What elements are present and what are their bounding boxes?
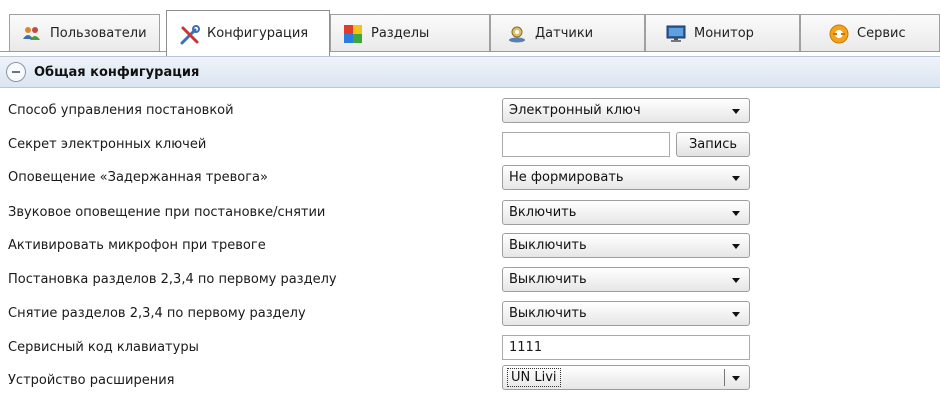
tab-monitor[interactable]: Монитор — [645, 14, 800, 52]
arming-method-select[interactable]: Электронный ключ — [502, 98, 750, 123]
setting-row: Постановка разделов 2,3,4 по первому раз… — [0, 263, 940, 297]
setting-label: Звуковое оповещение при постановке/сняти… — [8, 205, 326, 220]
tab-bar: Пользователи Разделы Датчики Монитор Сер… — [0, 0, 940, 56]
dropdown-arrow-icon — [732, 312, 740, 317]
monitor-icon — [666, 24, 686, 44]
setting-row: Снятие разделов 2,3,4 по первому разделу… — [0, 297, 940, 331]
select-value: Не формировать — [509, 170, 624, 185]
tab-partitions[interactable]: Разделы — [330, 14, 490, 52]
dropdown-arrow-icon — [732, 176, 740, 181]
expansion-device-select[interactable]: UN Livi — [502, 365, 750, 390]
tab-label: Разделы — [371, 26, 430, 41]
select-value: Электронный ключ — [509, 103, 641, 118]
delayed-alarm-select[interactable]: Не формировать — [502, 165, 750, 190]
dropdown-arrow-icon — [732, 244, 740, 249]
partition-arming-select[interactable]: Выключить — [502, 267, 750, 292]
sensor-icon — [507, 24, 527, 44]
setting-label: Постановка разделов 2,3,4 по первому раз… — [8, 272, 337, 287]
tab-sensors[interactable]: Датчики — [490, 14, 645, 52]
write-button[interactable]: Запись — [676, 132, 750, 157]
section-title: Общая конфигурация — [34, 64, 200, 80]
key-secret-input[interactable] — [502, 132, 670, 157]
partition-disarming-select[interactable]: Выключить — [502, 301, 750, 326]
dropdown-arrow-icon — [732, 211, 740, 216]
setting-label: Секрет электронных ключей — [8, 137, 207, 152]
setting-label: Активировать микрофон при тревоге — [8, 238, 266, 253]
tab-label: Пользователи — [50, 26, 147, 41]
dropdown-arrow-icon — [732, 278, 740, 283]
collapse-icon[interactable] — [6, 62, 26, 82]
tab-label: Конфигурация — [207, 26, 309, 41]
select-value: Выключить — [509, 238, 587, 253]
setting-label: Устройство расширения — [8, 373, 175, 388]
service-icon — [829, 24, 849, 44]
tab-label: Сервис — [857, 26, 906, 41]
users-icon — [22, 24, 42, 44]
partitions-icon — [343, 24, 363, 44]
setting-label: Снятие разделов 2,3,4 по первому разделу — [8, 306, 306, 321]
setting-row: Звуковое оповещение при постановке/сняти… — [0, 196, 940, 230]
section-header[interactable]: Общая конфигурация — [0, 56, 940, 88]
tab-service[interactable]: Сервис — [800, 14, 940, 52]
sound-notification-select[interactable]: Включить — [502, 200, 750, 225]
setting-row: Секрет электронных ключей Запись — [0, 128, 940, 162]
tab-configuration[interactable]: Конфигурация — [166, 10, 330, 56]
setting-row: Способ управления постановкой Электронны… — [0, 94, 940, 128]
dropdown-divider — [724, 369, 725, 386]
setting-row: Оповещение «Задержанная тревога» Не форм… — [0, 161, 940, 195]
select-value: Выключить — [509, 306, 587, 321]
setting-label: Сервисный код клавиатуры — [8, 340, 199, 355]
tab-users[interactable]: Пользователи — [9, 14, 160, 52]
select-value: UN Livi — [507, 368, 561, 387]
tab-label: Датчики — [535, 26, 594, 41]
select-value: Выключить — [509, 272, 587, 287]
setting-row: Сервисный код клавиатуры 1111 — [0, 331, 940, 365]
tab-divider — [0, 51, 940, 52]
setting-label: Способ управления постановкой — [8, 103, 234, 118]
setting-row: Активировать микрофон при тревоге Выключ… — [0, 229, 940, 263]
setting-label: Оповещение «Задержанная тревога» — [8, 170, 268, 185]
tab-label: Монитор — [694, 26, 754, 41]
dropdown-arrow-icon — [732, 376, 740, 381]
dropdown-arrow-icon — [732, 109, 740, 114]
select-value: Включить — [509, 205, 577, 220]
keypad-service-code-input[interactable]: 1111 — [502, 335, 750, 360]
setting-row: Устройство расширения UN Livi — [0, 361, 940, 395]
tools-icon — [179, 24, 200, 44]
microphone-select[interactable]: Выключить — [502, 233, 750, 258]
